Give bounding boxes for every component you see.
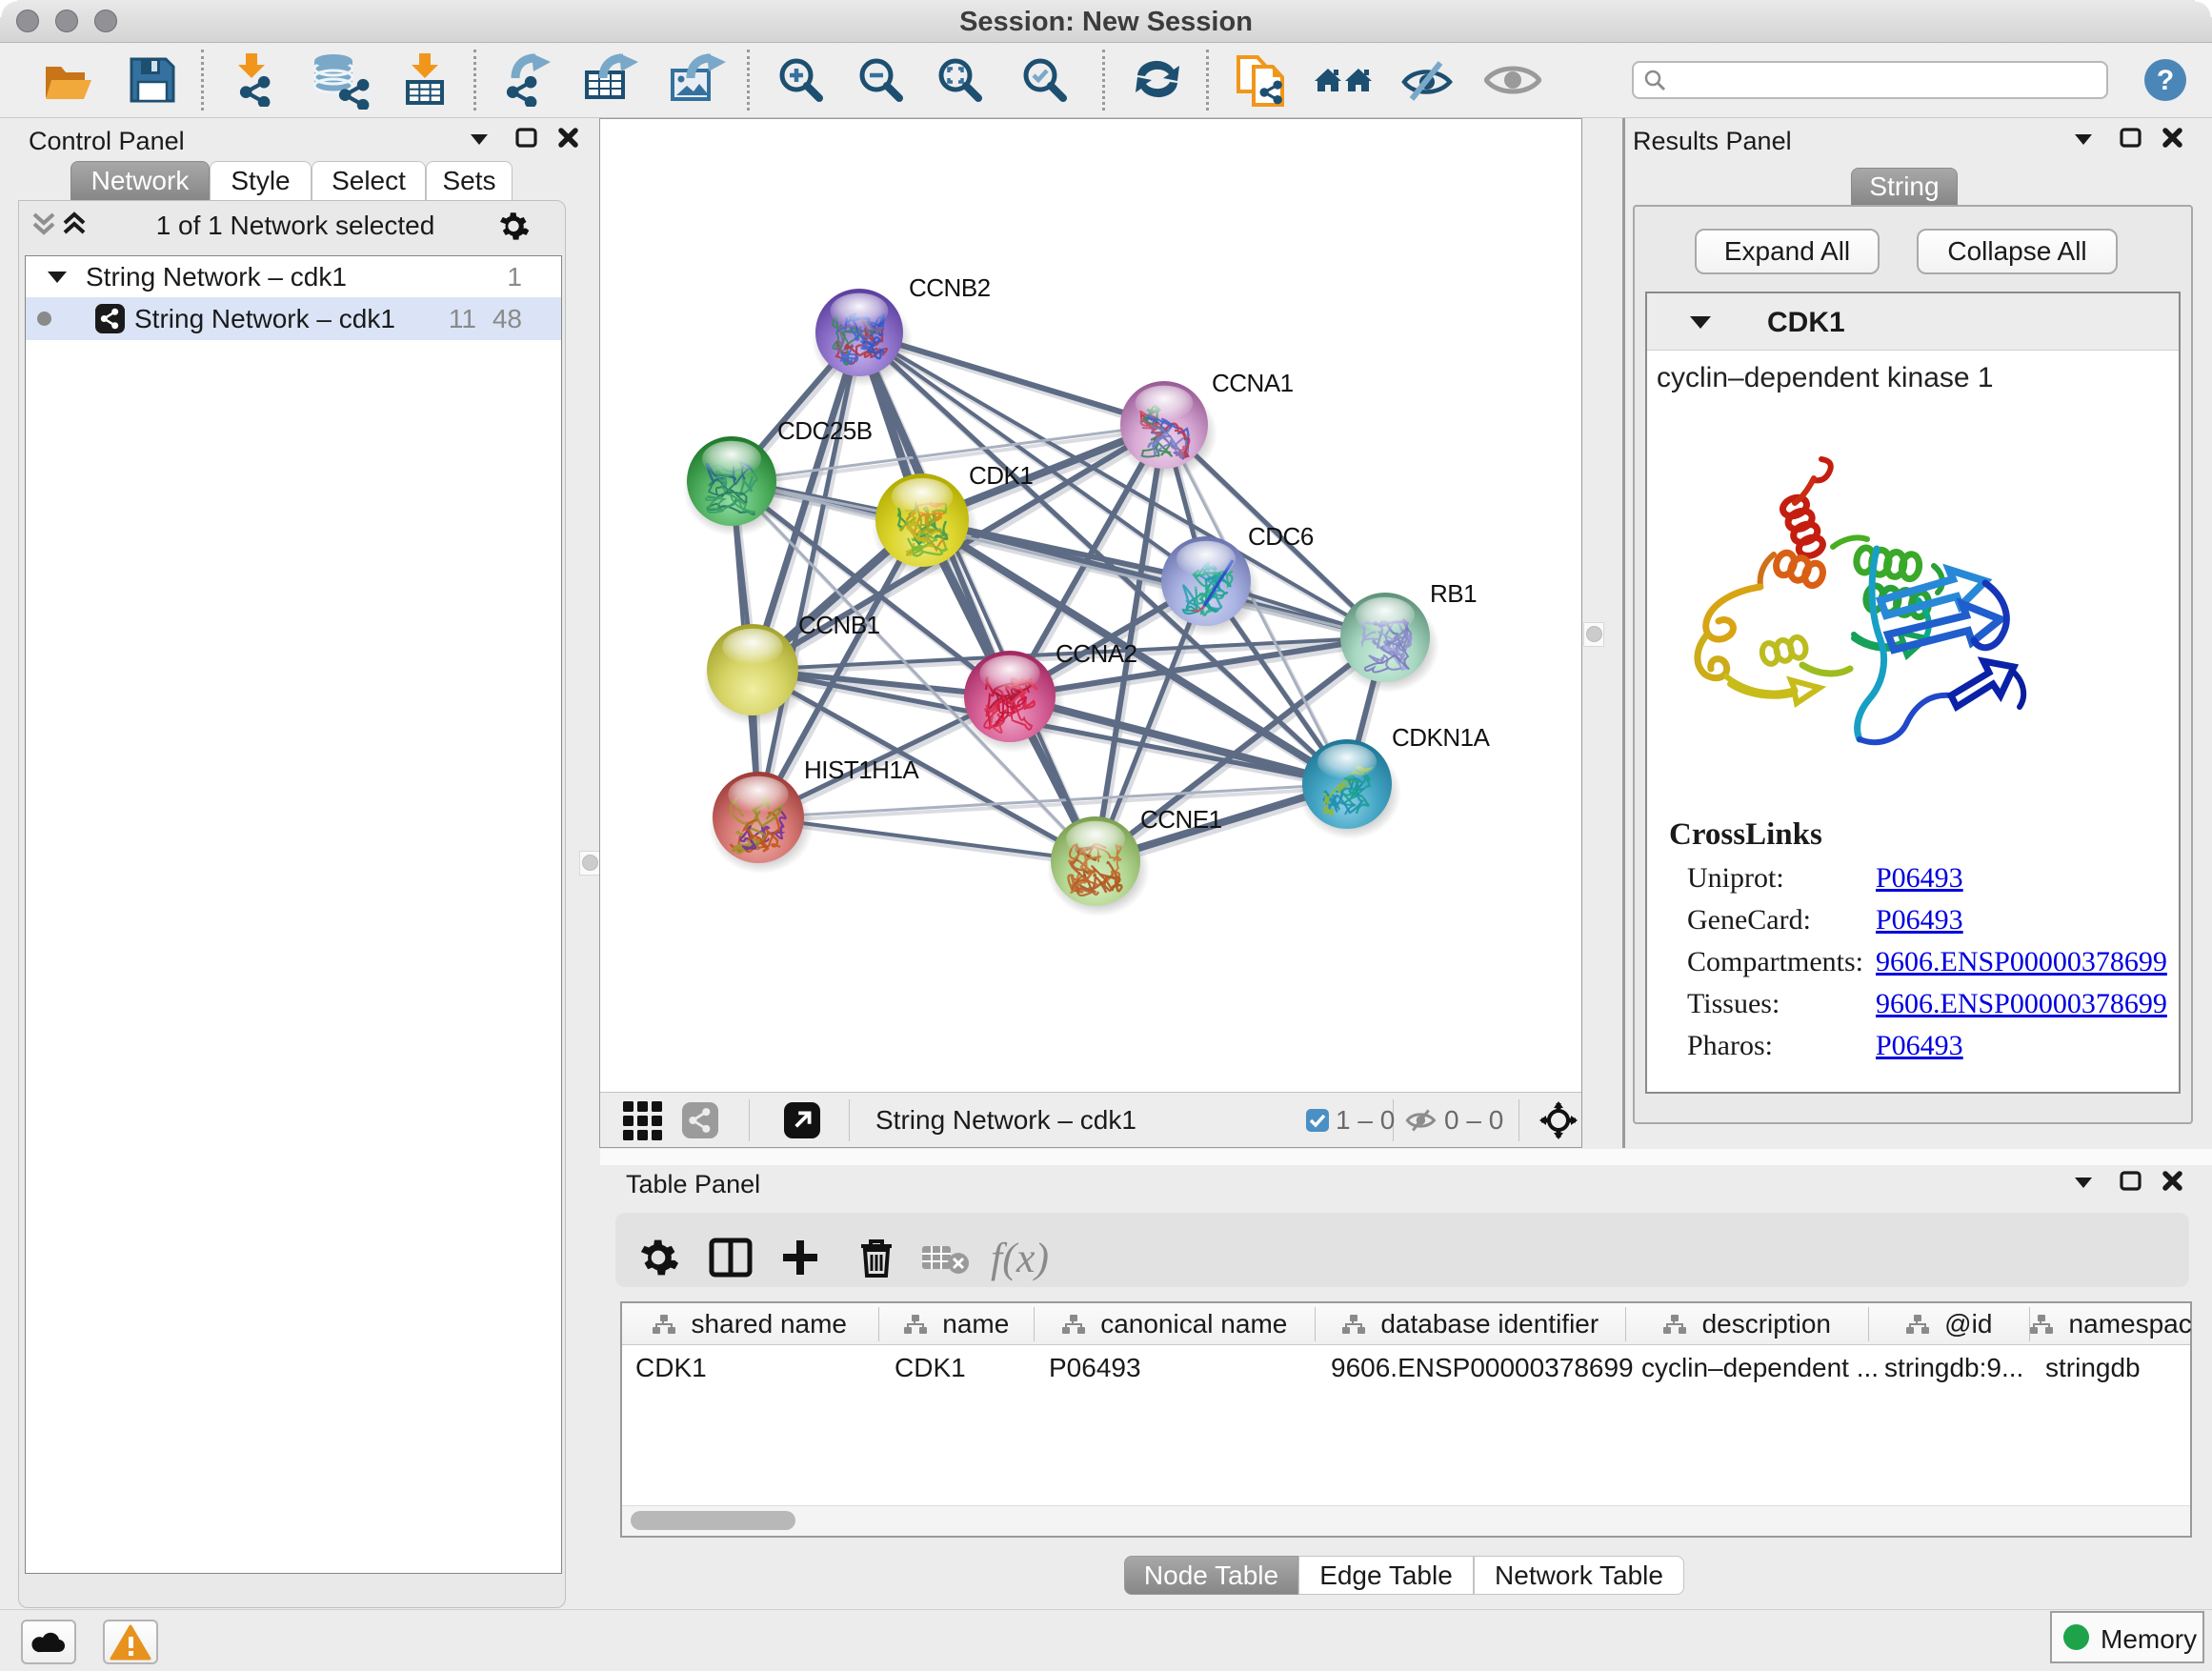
svg-text:?: ?: [2157, 65, 2174, 96]
svg-text:CCNB2: CCNB2: [909, 273, 991, 302]
svg-text:CCNB1: CCNB1: [798, 611, 880, 639]
svg-text:CDKN1A: CDKN1A: [1392, 723, 1491, 752]
svg-text:CCNA1: CCNA1: [1212, 369, 1294, 397]
svg-text:RB1: RB1: [1430, 579, 1477, 608]
svg-text:CCNA2: CCNA2: [1056, 639, 1137, 668]
svg-text:CDC6: CDC6: [1248, 522, 1314, 551]
svg-text:CDK1: CDK1: [969, 461, 1033, 490]
svg-text:CCNE1: CCNE1: [1140, 805, 1222, 834]
svg-text:HIST1H1A: HIST1H1A: [804, 755, 919, 784]
svg-text:CDC25B: CDC25B: [777, 416, 873, 445]
